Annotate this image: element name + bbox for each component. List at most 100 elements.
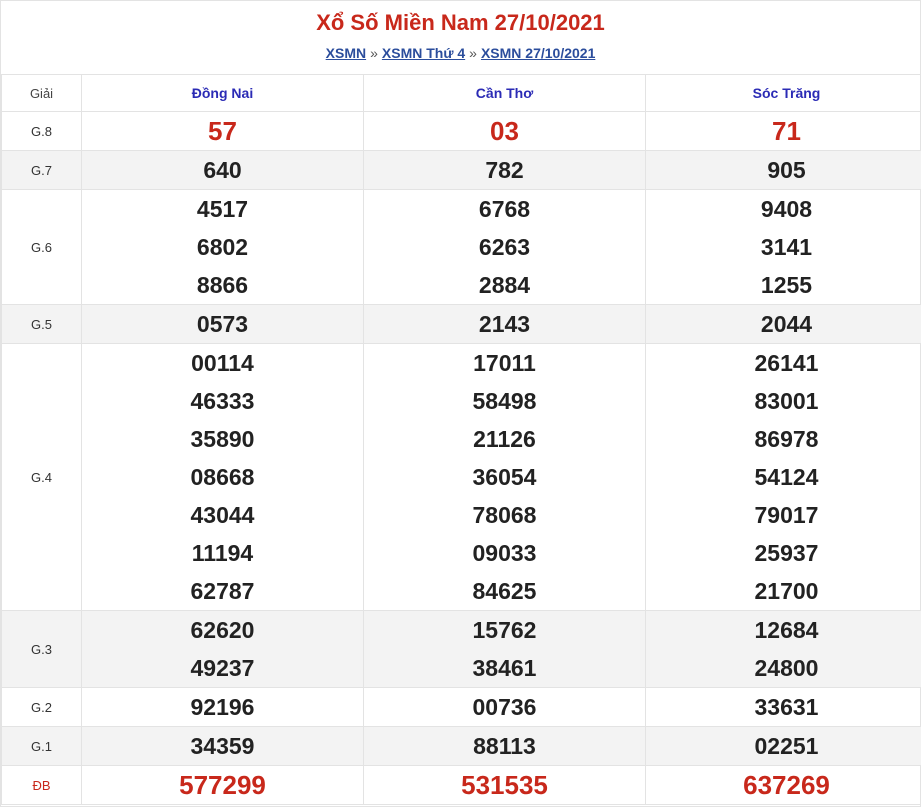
breadcrumb-link-xsmn-date[interactable]: XSMN 27/10/2021 <box>481 45 595 61</box>
prize-cell: 0573 <box>81 304 364 344</box>
prize-cell: 62620 49237 <box>81 610 364 688</box>
prize-cell: 92196 <box>81 687 364 727</box>
column-header-giai: Giải <box>1 74 82 112</box>
prize-number: 86978 <box>754 426 819 452</box>
prize-number: 54124 <box>754 464 819 490</box>
prize-cell: 33631 <box>645 687 921 727</box>
prize-label: G.6 <box>1 189 82 305</box>
prize-number: 905 <box>767 157 806 183</box>
prize-cell: 57 <box>81 111 364 151</box>
prize-number: 9408 <box>760 196 813 222</box>
prize-number: 84625 <box>472 578 537 604</box>
table-row: G.5 0573 2143 2044 <box>1 304 921 344</box>
table-row: G.6 4517 6802 8866 6768 6263 2884 9408 3141 1255 <box>1 189 921 305</box>
prize-cell: 15762 38461 <box>363 610 646 688</box>
prize-cell: 531535 <box>363 765 646 805</box>
table-row: G.1 34359 88113 02251 <box>1 726 921 766</box>
column-header-province[interactable]: Đồng Nai <box>81 74 364 112</box>
prize-label: G.8 <box>1 111 82 151</box>
prize-cell: 02251 <box>645 726 921 766</box>
prize-number: 00114 <box>191 350 254 376</box>
prize-cell: 00736 <box>363 687 646 727</box>
prize-cell: 26141 83001 86978 54124 79017 25937 21700 <box>645 343 921 611</box>
prize-cell: 88113 <box>363 726 646 766</box>
prize-number: 58498 <box>472 388 537 414</box>
results-header: Xổ Số Miền Nam 27/10/2021 XSMN» XSMN Thứ … <box>1 1 920 74</box>
column-header-province[interactable]: Sóc Trăng <box>645 74 921 112</box>
prize-number: 3141 <box>760 234 813 260</box>
prize-number: 49237 <box>190 655 255 681</box>
prize-number: 577299 <box>179 770 266 800</box>
prize-cell: 782 <box>363 150 646 190</box>
prize-number: 1255 <box>760 272 813 298</box>
prize-number: 62787 <box>190 578 255 604</box>
table-row: G.3 62620 49237 15762 38461 12684 24800 <box>1 610 921 688</box>
prize-number: 531535 <box>461 770 548 800</box>
prize-number: 6802 <box>196 234 249 260</box>
prize-number: 782 <box>485 157 524 183</box>
prize-number: 640 <box>203 157 242 183</box>
page-title: Xổ Số Miền Nam 27/10/2021 <box>316 10 605 35</box>
prize-number: 08668 <box>190 464 255 490</box>
table-row: G.7 640 782 905 <box>1 150 921 190</box>
table-row: G.8 57 03 71 <box>1 111 921 151</box>
prize-number: 46333 <box>190 388 255 414</box>
prize-cell: 34359 <box>81 726 364 766</box>
prize-label: G.1 <box>1 726 82 766</box>
prize-number: 637269 <box>743 770 830 800</box>
prize-number: 02251 <box>754 733 819 759</box>
results-panel: Xổ Số Miền Nam 27/10/2021 XSMN» XSMN Thứ … <box>0 0 921 807</box>
prize-cell: 17011 58498 21126 36054 78068 09033 84625 <box>363 343 646 611</box>
prize-cell: 905 <box>645 150 921 190</box>
prize-cell: 2143 <box>363 304 646 344</box>
prize-cell: 4517 6802 8866 <box>81 189 364 305</box>
prize-cell: 2044 <box>645 304 921 344</box>
prize-number: 33631 <box>754 694 819 720</box>
prize-cell: 12684 24800 <box>645 610 921 688</box>
prize-number: 43044 <box>190 502 255 528</box>
prize-cell: 6768 6263 2884 <box>363 189 646 305</box>
prize-number: 38461 <box>472 655 537 681</box>
prize-number: 21126 <box>473 426 536 452</box>
prize-number: 6263 <box>478 234 531 260</box>
prize-number: 35890 <box>190 426 255 452</box>
table-row: G.2 92196 00736 33631 <box>1 687 921 727</box>
prize-number: 88113 <box>473 733 536 759</box>
column-header-province[interactable]: Cần Thơ <box>363 74 646 112</box>
prize-label: G.3 <box>1 610 82 688</box>
prize-number: 11194 <box>191 540 254 566</box>
table-header-row: Giải Đồng Nai Cần Thơ Sóc Trăng <box>1 74 921 112</box>
breadcrumb-link-xsmn[interactable]: XSMN <box>326 45 366 61</box>
prize-number: 09033 <box>472 540 537 566</box>
prize-label: G.7 <box>1 150 82 190</box>
prize-number: 71 <box>772 116 801 146</box>
prize-number: 17011 <box>473 350 536 376</box>
prize-number: 2143 <box>478 311 531 337</box>
breadcrumb-separator: » <box>370 45 378 61</box>
prize-cell: 640 <box>81 150 364 190</box>
prize-number: 00736 <box>472 694 537 720</box>
breadcrumb-link-xsmn-thu-4[interactable]: XSMN Thứ 4 <box>382 45 465 61</box>
breadcrumb-separator: » <box>469 45 477 61</box>
prize-number: 6768 <box>478 196 531 222</box>
prize-cell: 00114 46333 35890 08668 43044 11194 62787 <box>81 343 364 611</box>
table-row: ĐB 577299 531535 637269 <box>1 765 921 805</box>
prize-number: 12684 <box>754 617 819 643</box>
prize-number: 21700 <box>754 578 819 604</box>
prize-label: ĐB <box>1 765 82 805</box>
prize-cell: 637269 <box>645 765 921 805</box>
table-row: G.4 00114 46333 35890 08668 43044 11194 62787 17… <box>1 343 921 611</box>
prize-number: 83001 <box>754 388 819 414</box>
prize-number: 25937 <box>754 540 819 566</box>
prize-number: 03 <box>490 116 519 146</box>
prize-number: 79017 <box>754 502 819 528</box>
prize-number: 24800 <box>754 655 819 681</box>
prize-number: 78068 <box>472 502 537 528</box>
prize-cell: 71 <box>645 111 921 151</box>
prize-number: 34359 <box>190 733 255 759</box>
prize-number: 4517 <box>196 196 249 222</box>
results-table: Giải Đồng Nai Cần Thơ Sóc Trăng G.8 57 03 7… <box>1 74 921 805</box>
prize-number: 2044 <box>760 311 813 337</box>
prize-number: 57 <box>208 116 237 146</box>
prize-label: G.4 <box>1 343 82 611</box>
